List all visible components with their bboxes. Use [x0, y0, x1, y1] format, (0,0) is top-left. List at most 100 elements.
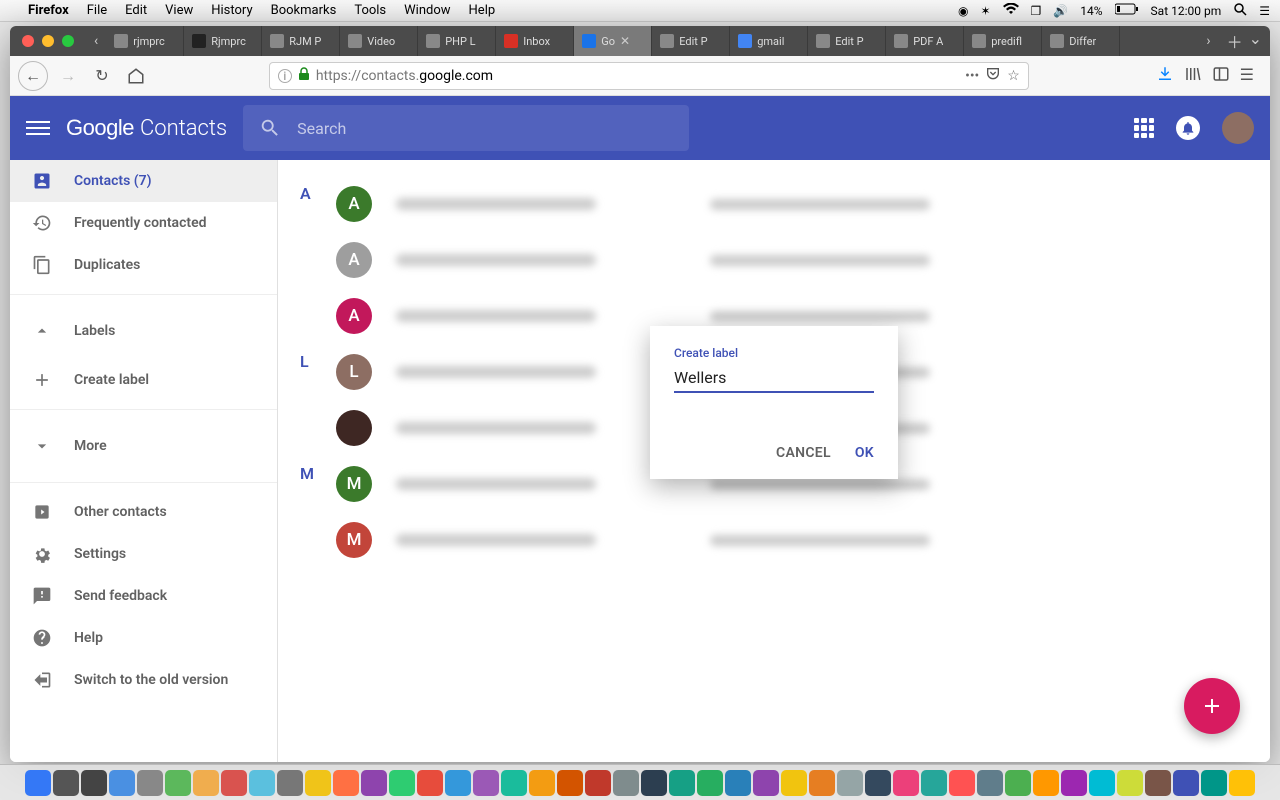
contact-row[interactable]: A: [278, 176, 1270, 232]
dock-app[interactable]: [613, 770, 639, 796]
main-menu-button[interactable]: [26, 116, 50, 140]
clock[interactable]: Sat 12:00 pm: [1151, 4, 1222, 18]
dock-app[interactable]: [1089, 770, 1115, 796]
tab[interactable]: RJM P: [262, 26, 340, 56]
dock-app[interactable]: [837, 770, 863, 796]
tab-scroll-right[interactable]: ›: [1198, 33, 1218, 49]
menu-icon[interactable]: ☰: [1259, 4, 1270, 18]
dock-app[interactable]: [1033, 770, 1059, 796]
dock-app[interactable]: [753, 770, 779, 796]
dock-app[interactable]: [277, 770, 303, 796]
url-bar[interactable]: i https://contacts.google.com ••• ☆: [269, 62, 1029, 90]
forward-button[interactable]: →: [54, 62, 82, 90]
dock-app[interactable]: [473, 770, 499, 796]
menu-help[interactable]: Help: [469, 3, 496, 18]
dock-app[interactable]: [865, 770, 891, 796]
google-logo[interactable]: Google Contacts: [66, 115, 227, 141]
tab[interactable]: Edit P: [652, 26, 730, 56]
contact-row[interactable]: A: [278, 232, 1270, 288]
dock-app[interactable]: [809, 770, 835, 796]
new-tab[interactable]: ＋: [1227, 29, 1243, 53]
dock-app[interactable]: [137, 770, 163, 796]
page-actions-icon[interactable]: •••: [965, 68, 979, 84]
dock-app[interactable]: [1201, 770, 1227, 796]
minimize-window[interactable]: [42, 35, 54, 47]
dock-app[interactable]: [1173, 770, 1199, 796]
dock-app[interactable]: [725, 770, 751, 796]
tab-scroll-left[interactable]: ‹: [86, 33, 106, 49]
dock-app[interactable]: [53, 770, 79, 796]
dock-app[interactable]: [389, 770, 415, 796]
sidebar-item-other[interactable]: Other contacts: [10, 491, 277, 533]
cancel-button[interactable]: CANCEL: [776, 445, 831, 461]
dock-app[interactable]: [1229, 770, 1255, 796]
dock-app[interactable]: [585, 770, 611, 796]
tab[interactable]: Edit P: [808, 26, 886, 56]
dock-app[interactable]: [1145, 770, 1171, 796]
dock-app[interactable]: [333, 770, 359, 796]
tab[interactable]: Inbox: [496, 26, 574, 56]
close-window[interactable]: [22, 35, 34, 47]
dock-app[interactable]: [417, 770, 443, 796]
menu-tools[interactable]: Tools: [354, 3, 386, 18]
sidebar-item-frequent[interactable]: Frequently contacted: [10, 202, 277, 244]
wifi-icon[interactable]: [1003, 3, 1019, 18]
dock-app[interactable]: [1061, 770, 1087, 796]
dock-app[interactable]: [109, 770, 135, 796]
tabs-menu[interactable]: ⌄: [1249, 29, 1262, 53]
dock-app[interactable]: [529, 770, 555, 796]
sidebar-item-labels[interactable]: Labels: [10, 303, 277, 359]
ok-button[interactable]: OK: [855, 445, 874, 461]
dock-app[interactable]: [1005, 770, 1031, 796]
tab[interactable]: PDF A: [886, 26, 964, 56]
sidebar-item-create-label[interactable]: Create label: [10, 359, 277, 401]
sidebar-item-switch[interactable]: Switch to the old version: [10, 659, 277, 701]
menu-file[interactable]: File: [87, 3, 107, 18]
dock-app[interactable]: [501, 770, 527, 796]
sidebar-item-more[interactable]: More: [10, 418, 277, 474]
display-icon[interactable]: ❐: [1031, 4, 1042, 18]
menu-bookmarks[interactable]: Bookmarks: [271, 3, 337, 18]
dock-app[interactable]: [221, 770, 247, 796]
sidebar-item-duplicates[interactable]: Duplicates: [10, 244, 277, 286]
sidebar-icon[interactable]: [1212, 65, 1230, 87]
tab[interactable]: predifl: [964, 26, 1042, 56]
battery-icon[interactable]: [1115, 3, 1139, 18]
search-input[interactable]: [297, 119, 672, 138]
notifications-icon[interactable]: [1176, 116, 1200, 140]
dock-app[interactable]: [305, 770, 331, 796]
menu-edit[interactable]: Edit: [125, 3, 147, 18]
volume-icon[interactable]: 🔊: [1053, 4, 1068, 18]
sidebar-item-feedback[interactable]: Send feedback: [10, 575, 277, 617]
dock-app[interactable]: [249, 770, 275, 796]
bookmark-icon[interactable]: ☆: [1007, 68, 1020, 84]
dock-app[interactable]: [81, 770, 107, 796]
tab[interactable]: Differ: [1042, 26, 1120, 56]
app-name[interactable]: Firefox: [28, 3, 69, 18]
maximize-window[interactable]: [62, 35, 74, 47]
home-button[interactable]: [122, 62, 150, 90]
pocket-icon[interactable]: [985, 66, 1001, 86]
dock-app[interactable]: [445, 770, 471, 796]
dock-app[interactable]: [25, 770, 51, 796]
reload-button[interactable]: ↻: [88, 62, 116, 90]
dock-app[interactable]: [949, 770, 975, 796]
tab[interactable]: Rjmprc: [184, 26, 262, 56]
dock-app[interactable]: [641, 770, 667, 796]
tab[interactable]: Video: [340, 26, 418, 56]
tab[interactable]: gmail: [730, 26, 808, 56]
site-info-icon[interactable]: i: [278, 69, 292, 83]
create-contact-fab[interactable]: [1184, 678, 1240, 734]
menu-view[interactable]: View: [165, 3, 193, 18]
dock-app[interactable]: [669, 770, 695, 796]
tab[interactable]: Go✕: [574, 26, 652, 56]
sidebar-item-help[interactable]: Help: [10, 617, 277, 659]
menu-window[interactable]: Window: [404, 3, 450, 18]
sidebar-item-settings[interactable]: Settings: [10, 533, 277, 575]
search-bar[interactable]: [243, 105, 688, 151]
dock-app[interactable]: [557, 770, 583, 796]
downloads-icon[interactable]: [1156, 65, 1174, 87]
dock-app[interactable]: [361, 770, 387, 796]
status-icon[interactable]: ✶: [980, 4, 990, 18]
dock-app[interactable]: [165, 770, 191, 796]
